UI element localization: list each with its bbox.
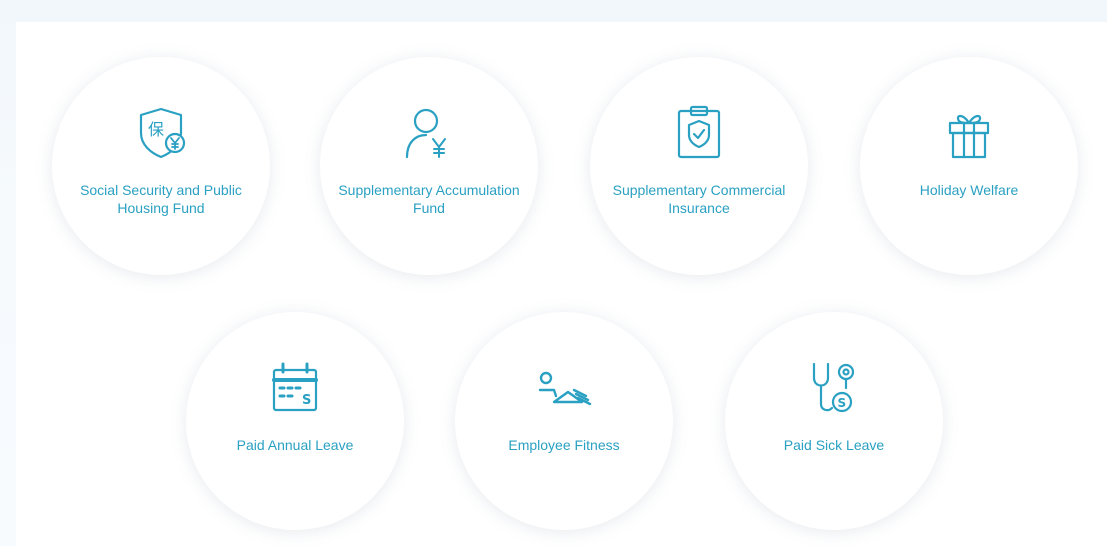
social-security-icon: 保 xyxy=(131,103,191,163)
benefit-label: Social Security and Public Housing Fund xyxy=(80,182,242,216)
benefit-card-employee-fitness[interactable]: Employee Fitness xyxy=(455,312,673,530)
benefit-card-paid-annual-leave[interactable]: S Paid Annual Leave xyxy=(186,312,404,530)
benefit-label: Supplementary Accumulation Fund xyxy=(338,182,520,216)
benefit-card-commercial-insurance[interactable]: Supplementary Commercial Insurance xyxy=(590,57,808,275)
gift-icon xyxy=(939,103,999,163)
stethoscope-icon: S xyxy=(804,358,864,418)
benefit-label: Employee Fitness xyxy=(508,437,620,453)
benefit-card-paid-sick-leave[interactable]: S Paid Sick Leave xyxy=(725,312,943,530)
svg-text:S: S xyxy=(302,393,311,408)
svg-text:保: 保 xyxy=(148,120,164,139)
benefit-label: Paid Sick Leave xyxy=(783,437,885,453)
benefit-label: Paid Annual Leave xyxy=(236,437,354,453)
benefit-label: Holiday Welfare xyxy=(919,182,1019,198)
insurance-clipboard-icon xyxy=(669,103,729,163)
accumulation-fund-icon xyxy=(399,103,459,163)
benefit-card-holiday-welfare[interactable]: Holiday Welfare xyxy=(860,57,1078,275)
fitness-icon xyxy=(534,358,594,418)
svg-text:S: S xyxy=(838,396,847,410)
benefit-card-social-security[interactable]: 保 Social Security and Public Housing Fun… xyxy=(52,57,270,275)
benefit-card-accumulation-fund[interactable]: Supplementary Accumulation Fund xyxy=(320,57,538,275)
benefit-label: Supplementary Commercial Insurance xyxy=(612,182,786,216)
calendar-icon: S xyxy=(265,358,325,418)
